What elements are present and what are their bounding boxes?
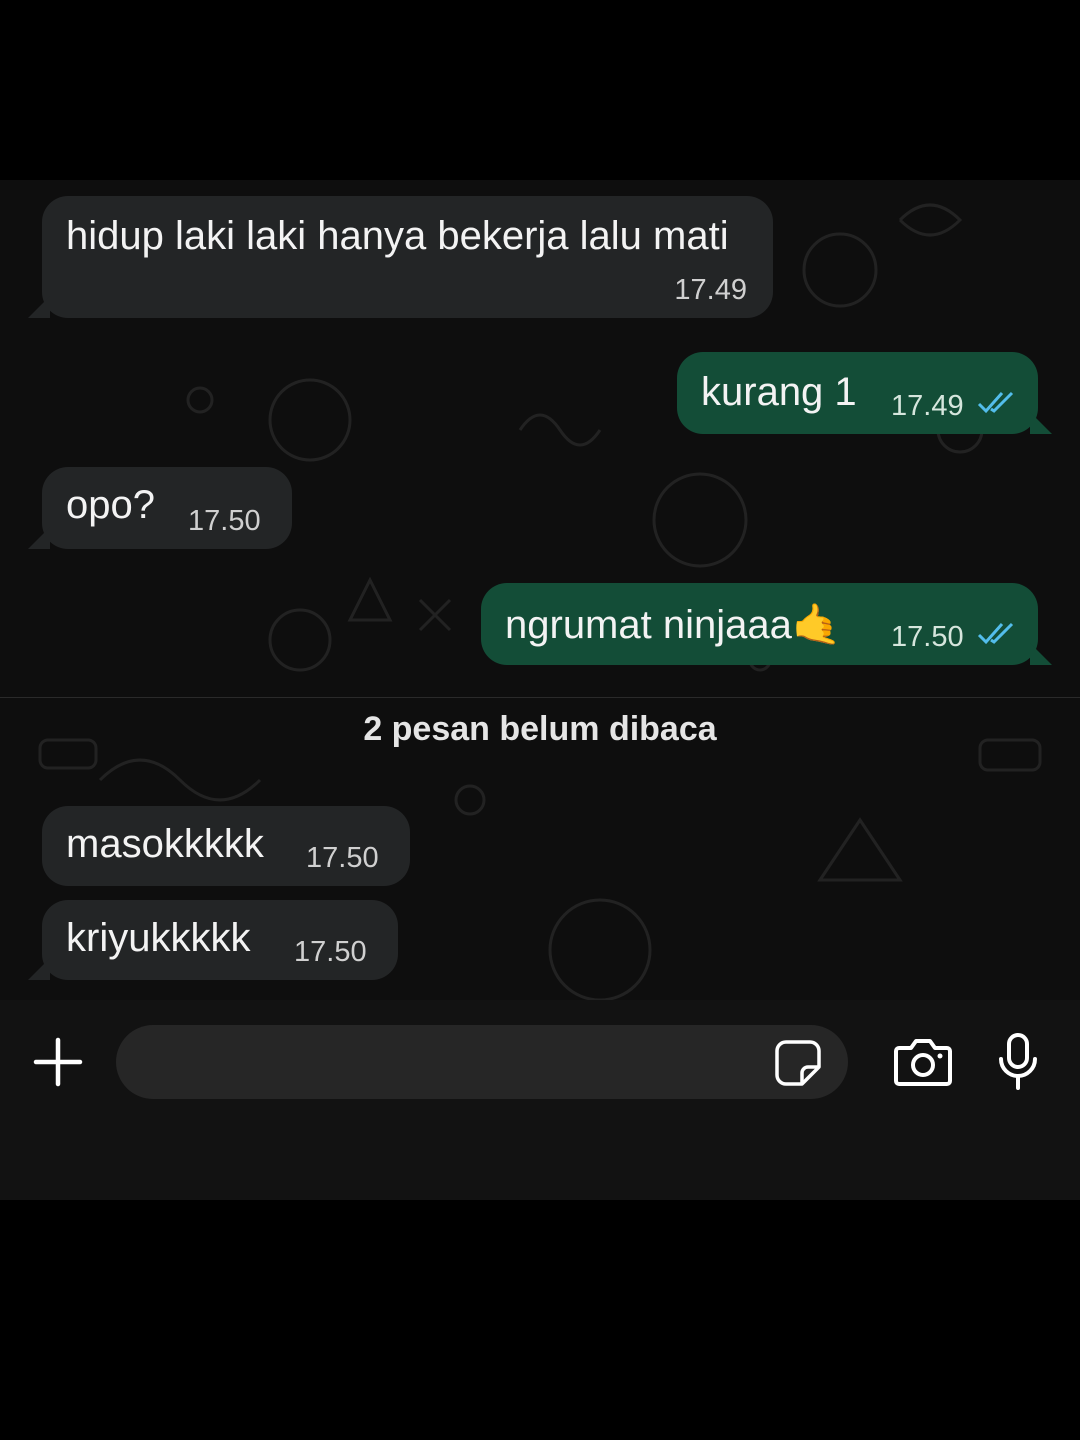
- message-bubble-incoming[interactable]: kriyukkkkk 17.50: [28, 900, 398, 980]
- message-time: 17.50: [891, 621, 964, 653]
- chat-area[interactable]: hidup laki laki hanya bekerja lalu mati …: [0, 180, 1080, 1000]
- message-bubble-outgoing[interactable]: ngrumat ninjaaa🤙 17.50: [481, 583, 1052, 665]
- message-text-field[interactable]: [116, 1025, 848, 1099]
- message-text: masokkkkk: [66, 822, 264, 866]
- unread-messages-separator: 2 pesan belum dibaca: [363, 710, 717, 748]
- message-text: hidup laki laki hanya bekerja lalu mati: [66, 214, 729, 258]
- double-check-read-icon: [977, 622, 1014, 645]
- microphone-icon[interactable]: [996, 1032, 1040, 1092]
- message-text: kriyukkkkk: [66, 916, 251, 960]
- unread-divider-line: [0, 697, 1080, 698]
- message-text: ngrumat ninjaaa🤙: [505, 603, 842, 647]
- sticker-icon[interactable]: [774, 1039, 822, 1087]
- message-text: opo?: [66, 483, 155, 527]
- message-time: 17.49: [674, 274, 747, 306]
- bubble-tail: [1030, 643, 1052, 665]
- message-time: 17.50: [306, 842, 379, 874]
- message-input-bar: [0, 1000, 1080, 1200]
- bubble-tail: [28, 527, 50, 549]
- message-bubble-incoming[interactable]: masokkkkk 17.50: [42, 806, 410, 886]
- bubble-tail: [28, 958, 50, 980]
- message-time: 17.49: [891, 390, 964, 422]
- message-bubble-incoming[interactable]: hidup laki laki hanya bekerja lalu mati …: [28, 196, 773, 318]
- message-bubble-incoming[interactable]: opo? 17.50: [28, 467, 292, 549]
- camera-icon[interactable]: [893, 1036, 953, 1088]
- message-bubble-outgoing[interactable]: kurang 1 17.49: [677, 352, 1052, 434]
- bubble-tail: [28, 296, 50, 318]
- message-time: 17.50: [294, 936, 367, 968]
- bubble-tail: [1030, 412, 1052, 434]
- message-time: 17.50: [188, 505, 261, 537]
- plus-icon[interactable]: [32, 1036, 84, 1088]
- message-text: kurang 1: [701, 370, 857, 414]
- double-check-read-icon: [977, 391, 1014, 414]
